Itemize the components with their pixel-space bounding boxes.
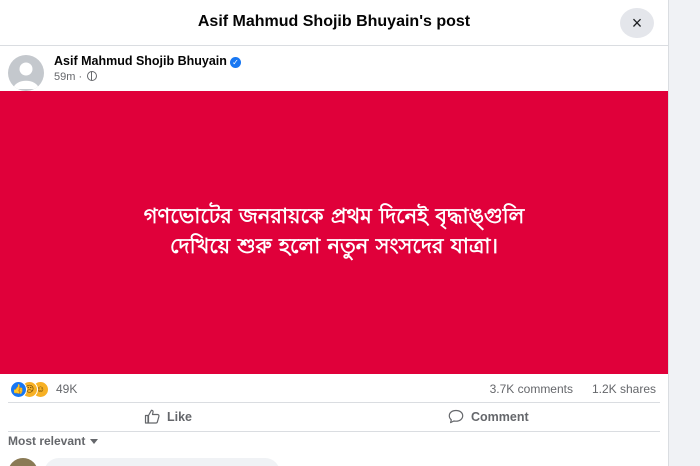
- comment-bubble: [44, 458, 280, 466]
- post-time[interactable]: 59m: [54, 71, 75, 83]
- globe-icon: [87, 71, 98, 81]
- modal-title: Asif Mahmud Shojib Bhuyain's post: [197, 13, 471, 30]
- comment-label: Comment: [471, 410, 529, 424]
- default-avatar-icon: [13, 62, 39, 89]
- chevron-down-icon: [90, 439, 99, 444]
- commenter-avatar[interactable]: [8, 458, 38, 466]
- close-icon[interactable]: ×: [620, 8, 654, 38]
- comment-sort-dropdown[interactable]: Most relevant: [8, 434, 99, 448]
- post-image-text-line1: গণভোটের জনরায়কে প্রথম দিনেই বৃদ্ধাঙ্গুল…: [143, 204, 525, 228]
- post-meta: 59m ·: [54, 71, 98, 83]
- thumbs-up-icon: [144, 409, 160, 424]
- avatar[interactable]: [8, 55, 44, 91]
- comments-count[interactable]: 3.7K comments: [490, 382, 573, 396]
- meta-separator: ·: [78, 71, 83, 83]
- comment-icon: [448, 409, 464, 424]
- comment-sort-label: Most relevant: [8, 434, 86, 448]
- post-image-text-line2: দেখিয়ে শুরু হলো নতুন সংসদের যাত্রা।: [170, 234, 498, 258]
- modal-header: Asif Mahmud Shojib Bhuyain's post ×: [0, 0, 668, 46]
- author-name: Asif Mahmud Shojib Bhuyain: [54, 54, 227, 68]
- shares-count[interactable]: 1.2K shares: [592, 382, 656, 396]
- like-button[interactable]: Like: [144, 403, 192, 431]
- background-page: [668, 0, 700, 466]
- post-actions: Like Comment: [8, 402, 660, 432]
- reaction-count[interactable]: 49K: [56, 382, 77, 396]
- post-image[interactable]: গণভোটের জনরায়কে প্রথম দিনেই বৃদ্ধাঙ্গুল…: [0, 91, 668, 374]
- post-stats: 👍 ☹ ☺ 49K 3.7K comments 1.2K shares: [0, 376, 668, 402]
- like-reaction-icon: 👍: [10, 381, 27, 398]
- post-modal: Asif Mahmud Shojib Bhuyain's post × Asif…: [0, 0, 668, 466]
- post-image-text: গণভোটের জনরায়কে প্রথম দিনেই বৃদ্ধাঙ্গুল…: [20, 201, 648, 261]
- verified-badge-icon: ✓: [229, 57, 241, 68]
- author-name-link[interactable]: Asif Mahmud Shojib Bhuyain ✓: [54, 54, 241, 68]
- like-label: Like: [167, 410, 193, 424]
- comment-button[interactable]: Comment: [448, 403, 529, 431]
- post-author-row: Asif Mahmud Shojib Bhuyain ✓ 59m ·: [0, 46, 668, 91]
